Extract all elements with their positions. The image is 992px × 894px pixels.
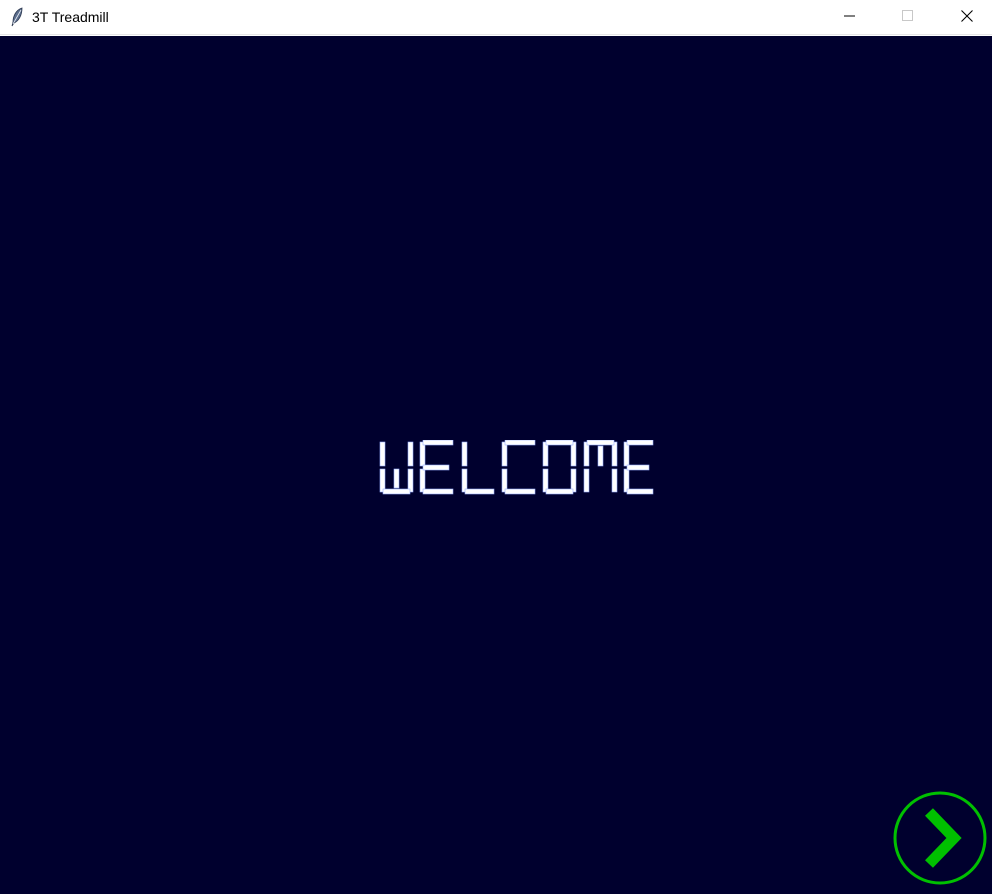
welcome-screen: WELCOME bbox=[0, 36, 992, 894]
close-icon bbox=[961, 9, 973, 27]
title-bar[interactable]: 3T Treadmill bbox=[0, 0, 992, 35]
minimize-icon bbox=[844, 9, 856, 27]
window-title: 3T Treadmill bbox=[32, 9, 109, 25]
next-button[interactable] bbox=[893, 791, 987, 885]
chevron-right-icon bbox=[893, 791, 987, 889]
minimize-button[interactable] bbox=[827, 0, 873, 35]
welcome-heading: WELCOME bbox=[378, 439, 654, 496]
maximize-button[interactable] bbox=[885, 0, 931, 35]
app-window: 3T Treadmill bbox=[0, 0, 992, 894]
welcome-lcd-lettering bbox=[379, 439, 654, 495]
feather-icon bbox=[10, 7, 24, 27]
maximize-icon bbox=[902, 9, 914, 27]
close-button[interactable] bbox=[944, 0, 990, 35]
